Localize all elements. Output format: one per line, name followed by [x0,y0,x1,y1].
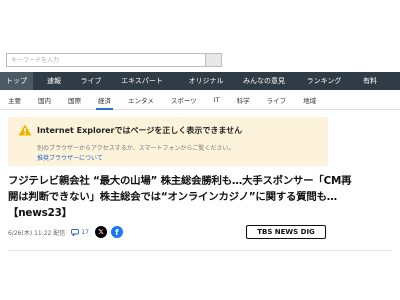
article-meta: 6/26(木) 11:22 配信 17 𝕏 f [8,226,123,238]
nav-item-expert[interactable]: エキスパート [107,72,177,90]
source-logo[interactable]: TBS NEWS DIG [246,225,326,239]
search-button[interactable] [206,53,222,67]
nav-item-paid[interactable]: 有料 [355,72,385,90]
search-field[interactable] [6,53,206,67]
category-tab-business[interactable]: 経済 [96,90,113,110]
divider [8,250,392,251]
category-tab-entertainment[interactable]: エンタメ [128,90,154,110]
header [0,0,400,72]
warning-title: Internet Explorerではページを正しく表示できません [37,126,243,135]
category-tab-sports[interactable]: スポーツ [171,90,197,110]
nav-item-ranking[interactable]: ランキング [293,72,355,90]
comment-count: 17 [81,228,89,236]
category-tab-domestic[interactable]: 国内 [38,90,51,110]
article-headline: フジテレビ親会社 “最大の山場” 株主総会勝利も…大手スポンサー「CM再開は判断… [8,175,352,219]
search-input[interactable] [11,54,205,66]
nav-item-opinions[interactable]: みんなの意見 [235,72,293,90]
nav-item-original[interactable]: オリジナル [177,72,235,90]
nav-item-breaking[interactable]: 速報 [33,72,75,90]
category-tab-life[interactable]: ライフ [267,90,287,110]
nav-item-live[interactable]: ライブ [75,72,107,90]
x-share-icon[interactable]: 𝕏 [94,226,107,238]
nav-item-top[interactable]: トップ [0,72,33,90]
category-tab-local[interactable]: 地域 [303,90,316,110]
facebook-share-icon[interactable]: f [110,226,123,238]
browser-warning-banner: Internet Explorerではページを正しく表示できません 別のブラウザ… [8,117,328,166]
article-date: 6/26(木) 11:22 配信 [8,229,66,237]
recommended-browser-link[interactable]: 推奨ブラウザーについて [37,153,103,162]
comment-icon [71,228,80,236]
category-nav: 主要 国内 国際 経済 エンタメ スポーツ IT 科学 ライフ 地域 [0,90,400,110]
warning-icon [18,124,32,136]
primary-nav: トップ 速報 ライブ エキスパート オリジナル みんなの意見 ランキング 有料 [0,72,400,90]
warning-message: 別のブラウザーからアクセスするか、スマートフォンからご覧ください。 [37,145,235,152]
category-tab-science[interactable]: 科学 [237,90,250,110]
category-tab-it[interactable]: IT [214,90,220,110]
category-tab-world[interactable]: 国際 [68,90,81,110]
comment-link[interactable]: 17 [71,229,89,236]
category-tab-main[interactable]: 主要 [8,90,21,110]
